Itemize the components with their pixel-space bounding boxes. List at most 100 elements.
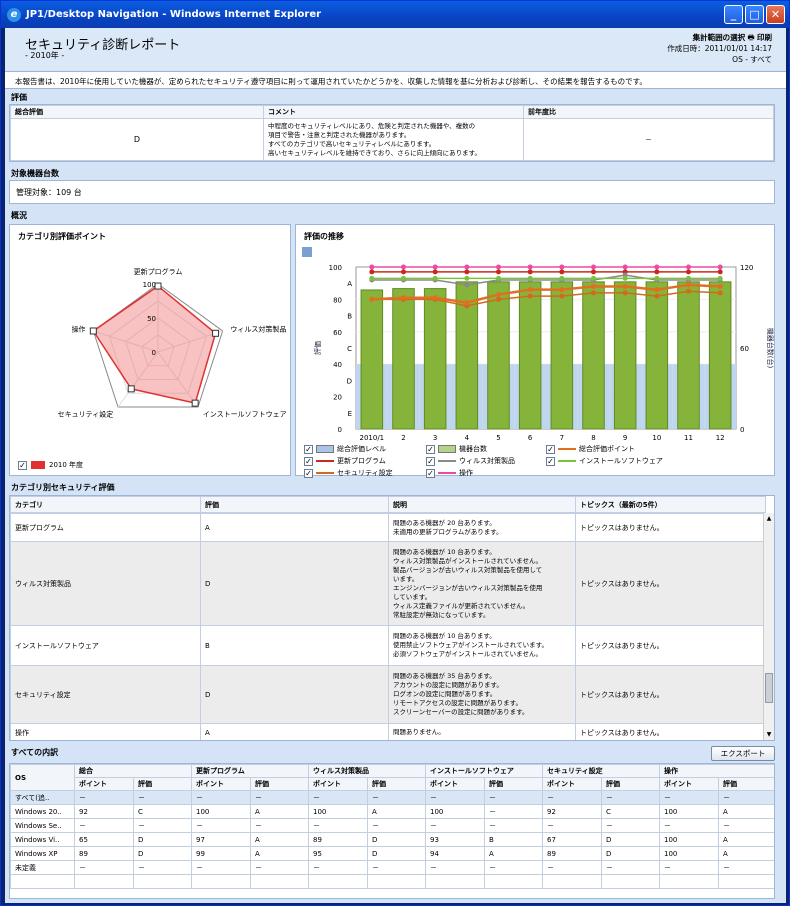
print-link[interactable]: 印刷 bbox=[757, 33, 772, 42]
y-tick-label: 100 bbox=[329, 264, 342, 272]
series-point bbox=[654, 287, 660, 293]
grade-label: D bbox=[347, 377, 352, 385]
grade-label: E bbox=[348, 410, 352, 418]
series-point bbox=[496, 296, 501, 302]
device-bar bbox=[708, 281, 732, 430]
category-name: セキュリティ設定 bbox=[10, 665, 201, 724]
empty-cell bbox=[133, 874, 192, 889]
os-name: すべて(追.. bbox=[10, 790, 75, 805]
table-row[interactable]: Windows 20.. 92 C 100 A 100 A 100 － 92 C 100 A bbox=[10, 804, 774, 819]
device-bar bbox=[613, 281, 637, 430]
cell-value: 100 bbox=[308, 804, 369, 819]
trend-legend-item[interactable]: ✓ 総合評価レベル bbox=[304, 444, 386, 454]
cell-value: － bbox=[542, 860, 603, 875]
range-select-link[interactable]: 集計範囲の選択 bbox=[693, 33, 746, 42]
trend-legend-checkbox[interactable]: ✓ bbox=[426, 456, 435, 466]
series-point bbox=[559, 275, 565, 281]
category-row[interactable]: インストールソフトウェア B 問題のある機器が 10 台あります。 使用禁止ソフトウェ… bbox=[10, 625, 765, 666]
series-point bbox=[717, 283, 723, 289]
trend-legend-checkbox[interactable]: ✓ bbox=[304, 456, 313, 466]
scroll-down-icon[interactable]: ▼ bbox=[765, 731, 773, 739]
series-point bbox=[686, 282, 691, 288]
series-point bbox=[527, 269, 533, 275]
category-row[interactable]: 更新プログラム A 問題のある機器が 20 台あります。 未適用の更新プログラムがあり… bbox=[10, 513, 765, 542]
cell-value: － bbox=[133, 818, 192, 833]
series-point bbox=[591, 264, 596, 270]
printer-icon[interactable]: 🖶 bbox=[748, 33, 755, 42]
series-point bbox=[401, 264, 406, 270]
trend-legend-checkbox[interactable]: ✓ bbox=[304, 468, 313, 478]
category-desc: 問題のある機器が 20 台あります。 未適用の更新プログラムがあります。 bbox=[388, 513, 576, 542]
window-title: JP1/Desktop Navigation - Windows Interne… bbox=[26, 9, 322, 20]
col-group: 総合 bbox=[74, 764, 192, 778]
series-point bbox=[591, 283, 596, 289]
minimize-button[interactable]: _ bbox=[724, 5, 743, 24]
trend-legend-item[interactable]: ✓ ウィルス対策製品 bbox=[426, 456, 515, 466]
cell-value: － bbox=[74, 860, 134, 875]
y-tick-label: 40 bbox=[333, 361, 342, 369]
cell-value: 97 bbox=[191, 832, 251, 847]
cell-value: D bbox=[133, 832, 192, 847]
cell-value: 67 bbox=[542, 832, 603, 847]
close-button[interactable]: ✕ bbox=[766, 5, 785, 24]
trend-legend-checkbox[interactable]: ✓ bbox=[304, 444, 313, 454]
empty-cell bbox=[367, 874, 427, 889]
cell-value: － bbox=[484, 818, 544, 833]
trend-legend-label: 更新プログラム bbox=[337, 457, 386, 465]
table-row[interactable]: 未定義－－－－－－－－－－－－ bbox=[10, 860, 774, 875]
trend-legend-item[interactable]: ✓ セキュリティ設定 bbox=[304, 468, 393, 478]
maximize-button[interactable]: □ bbox=[745, 5, 764, 24]
category-rows: 更新プログラム A 問題のある機器が 20 台あります。 未適用の更新プログラムがあり… bbox=[10, 513, 765, 740]
series-point bbox=[496, 275, 501, 281]
cell-value: － bbox=[367, 818, 427, 833]
series-point bbox=[717, 275, 723, 281]
trend-legend-checkbox[interactable]: ✓ bbox=[546, 444, 555, 454]
table-row[interactable]: すべて(追.. －－－－－－－－－－－－ bbox=[10, 790, 774, 805]
table-row[interactable]: Windows Se.. －－－－－－－－－－－－ bbox=[10, 818, 774, 833]
trend-legend-item[interactable]: ✓ 更新プログラム bbox=[304, 456, 386, 466]
col-point: ポイント bbox=[191, 777, 251, 791]
trend-legend-checkbox[interactable]: ✓ bbox=[546, 456, 555, 466]
table-row[interactable]: Windows Vi.. 65 D 97 A 89 D 93 B 67 D 100 A bbox=[10, 832, 774, 847]
comment-line: すべてのカテゴリで高いセキュリティレベルにあります。 bbox=[268, 139, 436, 148]
cell-value: － bbox=[367, 860, 427, 875]
os-name: Windows XP bbox=[10, 846, 75, 861]
trend-legend-swatch bbox=[438, 472, 456, 474]
series-point bbox=[559, 293, 565, 299]
evaluation-table: 総合評価 コメント 前年度比 D 中程度のセキュリティレベルにあり、危険と判定さ… bbox=[9, 104, 775, 162]
category-desc: 問題のある機器が 10 台あります。 ウィルス対策製品がインストールされていません… bbox=[388, 541, 576, 626]
scroll-up-icon[interactable]: ▲ bbox=[765, 515, 773, 523]
series-point bbox=[464, 275, 470, 281]
device-bar bbox=[582, 281, 605, 430]
category-row[interactable]: ウィルス対策製品 D 問題のある機器が 10 台あります。 ウィルス対策製品がインスト… bbox=[10, 541, 765, 626]
cell-value: 93 bbox=[425, 832, 486, 847]
cell-value: D bbox=[601, 846, 661, 861]
trend-legend-item[interactable]: ✓ インストールソフトウェア bbox=[546, 456, 663, 466]
cell-value: － bbox=[601, 860, 661, 875]
trend-legend-item[interactable]: ✓ 機器台数 bbox=[426, 444, 487, 454]
trend-legend-item[interactable]: ✓ 総合評価ポイント bbox=[546, 444, 635, 454]
category-row[interactable]: セキュリティ設定 D 問題のある機器が 35 台あります。 アカウントの設定に問題があ… bbox=[10, 665, 765, 724]
trend-legend-label: 操作 bbox=[459, 469, 473, 477]
comment-line: 高いセキュリティレベルを維持できており、さらに向上傾向にあります。 bbox=[268, 148, 482, 157]
cell-value: D bbox=[133, 846, 192, 861]
col-comment: コメント bbox=[263, 105, 524, 119]
series-point bbox=[464, 264, 470, 270]
scroll-thumb[interactable] bbox=[765, 673, 773, 703]
table-row[interactable]: Windows XP 89 D 99 A 95 D 94 A 89 D 100 A bbox=[10, 846, 774, 861]
category-row[interactable]: 操作 A 問題ありません。 トピックスはありません。 bbox=[10, 723, 765, 740]
trend-legend-checkbox[interactable]: ✓ bbox=[426, 468, 435, 478]
trend-legend-item[interactable]: ✓ 操作 bbox=[426, 468, 473, 478]
series-point bbox=[369, 296, 375, 302]
category-scrollbar[interactable]: ▲ ▼ bbox=[763, 513, 774, 740]
export-button[interactable]: エクスポート bbox=[711, 746, 775, 761]
series-point bbox=[432, 264, 438, 270]
series-point bbox=[369, 269, 375, 275]
cell-value: － bbox=[718, 790, 774, 805]
cell-value: 100 bbox=[425, 804, 486, 819]
radar-point bbox=[191, 399, 199, 407]
col-eval: 評価 bbox=[718, 777, 774, 791]
trend-legend-checkbox[interactable]: ✓ bbox=[426, 444, 435, 454]
radar-legend-checkbox[interactable]: ✓ bbox=[18, 460, 27, 470]
series-point bbox=[717, 269, 723, 275]
